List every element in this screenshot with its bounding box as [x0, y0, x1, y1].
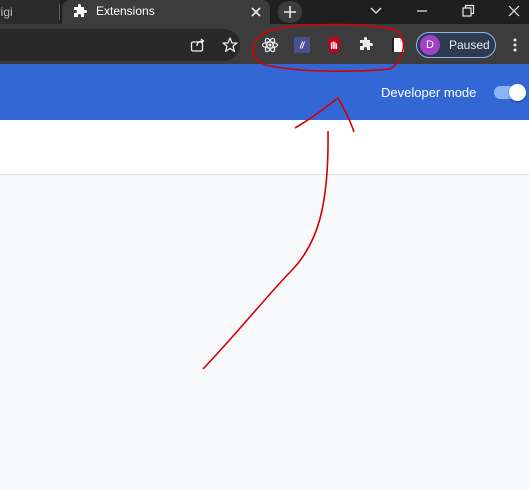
- tab-inactive[interactable]: s Origi: [0, 0, 60, 24]
- developer-mode-toggle[interactable]: [494, 84, 526, 101]
- star-icon[interactable]: [221, 36, 239, 54]
- tab-extensions[interactable]: Extensions: [62, 0, 270, 24]
- more-icon[interactable]: [506, 36, 524, 54]
- share-icon[interactable]: [189, 36, 207, 54]
- profile-status: Paused: [449, 38, 490, 52]
- tab-title: Extensions: [96, 4, 155, 18]
- restore-icon[interactable]: [458, 2, 478, 20]
- browser-toolbar: D Paused: [0, 24, 529, 64]
- extensions-header: Developer mode: [0, 64, 529, 120]
- puzzle-icon[interactable]: [357, 36, 375, 54]
- puzzle-icon: [74, 4, 87, 17]
- notes-icon[interactable]: [389, 36, 407, 54]
- toggle-knob: [509, 84, 526, 101]
- extension-icon[interactable]: [293, 36, 311, 54]
- minimize-icon[interactable]: [412, 2, 432, 20]
- ublock-icon[interactable]: [325, 36, 343, 54]
- tab-inactive-title: s Origi: [0, 5, 13, 19]
- avatar: D: [420, 35, 440, 55]
- tab-strip: s Origi Extensions: [0, 0, 529, 24]
- extensions-toolbar: [0, 120, 529, 175]
- chevron-down-icon[interactable]: [366, 2, 386, 20]
- new-tab-button[interactable]: [278, 1, 302, 23]
- developer-mode-label: Developer mode: [381, 85, 477, 100]
- close-window-icon[interactable]: [504, 2, 524, 20]
- profile-button[interactable]: D Paused: [416, 32, 496, 58]
- extensions-content: [0, 175, 529, 490]
- plus-icon: [284, 6, 296, 18]
- close-icon[interactable]: [250, 6, 262, 18]
- react-devtools-icon[interactable]: [261, 36, 279, 54]
